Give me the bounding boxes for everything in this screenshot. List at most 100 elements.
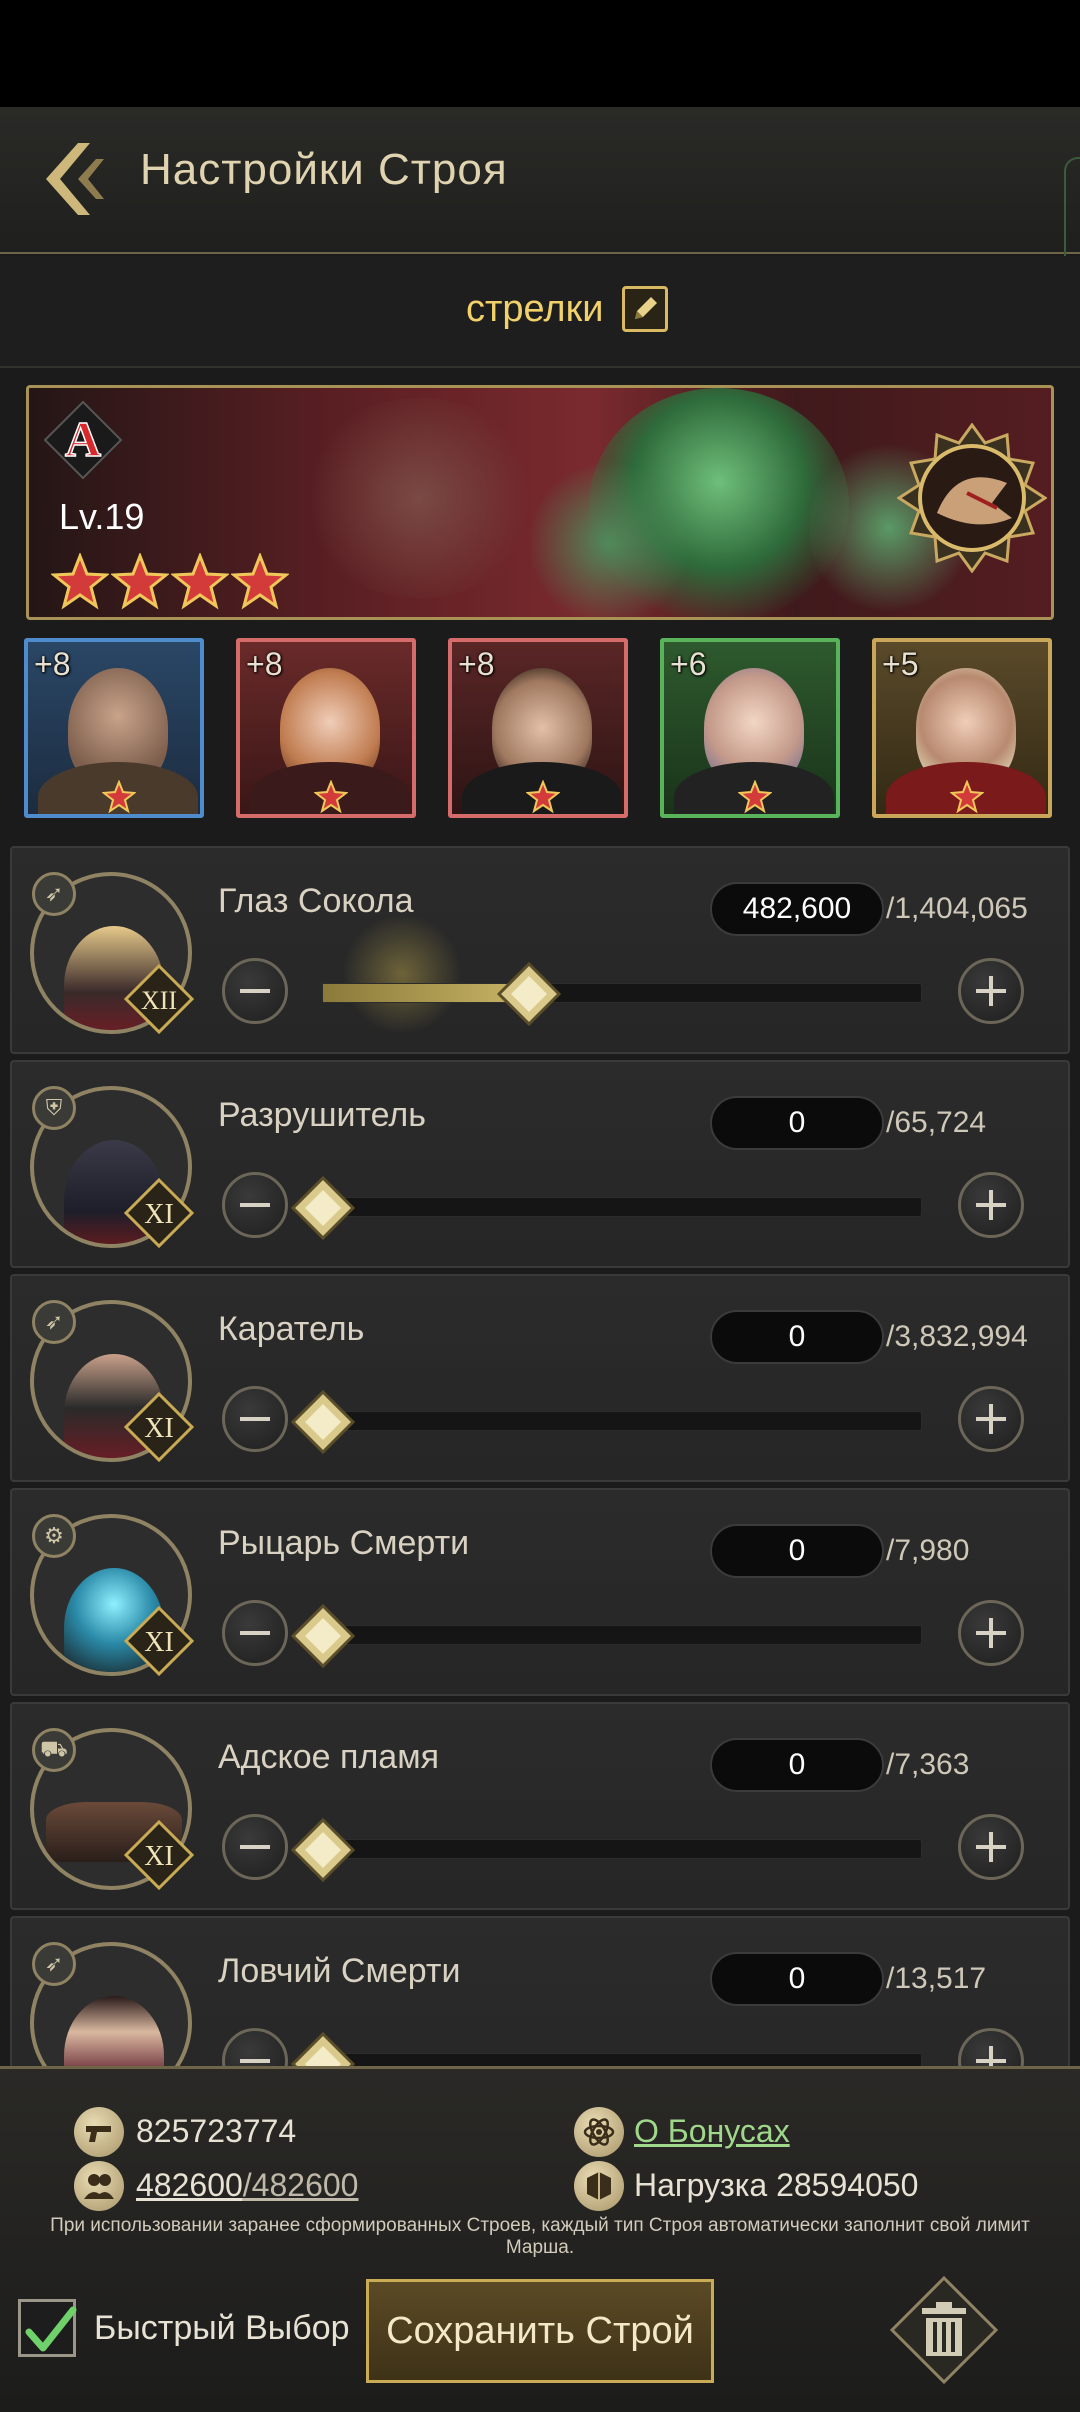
star-icon (950, 780, 984, 814)
troop-slider[interactable] (322, 962, 922, 1026)
troop-count-input[interactable]: 0 (710, 1738, 884, 1792)
hero-plus-level: +6 (670, 646, 707, 682)
minus-icon (240, 989, 270, 993)
decrease-button[interactable] (222, 1600, 288, 1666)
plus-icon (976, 1190, 1006, 1220)
slider-glow (342, 914, 462, 1034)
increase-button[interactable] (958, 1172, 1024, 1238)
status-bar (0, 0, 1080, 107)
save-squad-button[interactable]: Сохранить Строй (366, 2279, 714, 2383)
page-title: Настройки Строя (140, 145, 508, 194)
squad-name-row: стрелки (0, 256, 1080, 368)
star-icon (102, 780, 136, 814)
beast-head-2 (529, 458, 689, 617)
slider-thumb[interactable] (291, 1176, 355, 1240)
troop-max: /13,517 (886, 1962, 987, 1995)
troop-name: Адское пламя (218, 1738, 439, 1776)
troop-count-input[interactable]: 0 (710, 1952, 884, 2006)
slider-thumb[interactable] (496, 962, 561, 1026)
tier-badge: XI (124, 1606, 194, 1676)
hero-banner[interactable]: A Lv.19 (26, 385, 1054, 620)
troop-row: ➶ XII Глаз Сокола 482,600 /1,404,065 (10, 846, 1070, 1054)
troop-row: ➶ Ловчий Смерти 0 /13,517 (10, 1916, 1070, 2066)
decrease-button[interactable] (222, 1386, 288, 1452)
increase-button[interactable] (958, 958, 1024, 1024)
troop-slider[interactable] (291, 1818, 922, 1882)
increase-button[interactable] (958, 1386, 1024, 1452)
hero-card-4[interactable]: +6 (660, 638, 840, 818)
hero-card-2[interactable]: +8 (236, 638, 416, 818)
minus-icon (240, 2059, 270, 2063)
quick-select-checkbox[interactable] (18, 2299, 77, 2357)
troop-slider[interactable] (291, 2032, 922, 2066)
archer-type-icon: ➶ (32, 1300, 76, 1344)
hero-plus-level: +5 (882, 646, 919, 682)
troops-max: /482600 (242, 2167, 359, 2203)
hero-plus-level: +8 (458, 646, 495, 682)
troop-name: Глаз Сокола (218, 882, 414, 920)
star-icon (231, 553, 289, 610)
back-button[interactable] (38, 137, 108, 221)
increase-button[interactable] (958, 1600, 1024, 1666)
edit-name-button[interactable] (622, 286, 668, 332)
atom-icon (574, 2107, 624, 2157)
star-icon (51, 553, 109, 610)
troop-max: /3,832,994 (886, 1320, 1028, 1353)
svg-text:XI: XI (144, 1413, 174, 1444)
slider-thumb[interactable] (291, 1818, 355, 1882)
troop-slider[interactable] (291, 1176, 922, 1240)
slider-thumb[interactable] (291, 1604, 355, 1668)
rider-type-icon: ⚙ (32, 1514, 76, 1558)
troop-max: /7,363 (886, 1748, 970, 1781)
troop-slider[interactable] (291, 1604, 922, 1668)
slider-thumb[interactable] (291, 2032, 355, 2066)
hero-card-3[interactable]: +8 (448, 638, 628, 818)
decrease-button[interactable] (222, 1172, 288, 1238)
troop-name: Разрушитель (218, 1096, 426, 1134)
troops-current: 482600 (136, 2167, 243, 2203)
hero-plus-level: +8 (246, 646, 283, 682)
archer-type-icon: ➶ (32, 1942, 76, 1986)
minus-icon (240, 1203, 270, 1207)
rank-letter: A (65, 411, 101, 467)
vehicle-type-icon: ⛟ (32, 1728, 76, 1772)
troop-max: /65,724 (886, 1106, 987, 1139)
troop-row: ➶ XI Каратель 0 /3,832,994 (10, 1274, 1070, 1482)
star-icon (526, 780, 560, 814)
beast-silhouette (299, 398, 539, 598)
delete-button[interactable] (888, 2274, 1000, 2386)
tier-badge: XI (124, 1178, 194, 1248)
svg-text:XII: XII (141, 986, 177, 1015)
footer-panel: 825723774 О Бонусах 482600/482600 Нагруз… (0, 2066, 1080, 2412)
decrease-button[interactable] (222, 958, 288, 1024)
slider-thumb[interactable] (291, 1390, 355, 1454)
star-icon (314, 780, 348, 814)
troop-count-input[interactable]: 482,600 (710, 882, 884, 936)
troop-list[interactable]: ➶ XII Глаз Сокола 482,600 /1,404,065 ⛨ X… (10, 846, 1070, 2066)
troop-slider[interactable] (291, 1390, 922, 1454)
troop-name: Ловчий Смерти (218, 1952, 461, 1990)
hero-card-5[interactable]: +5 (872, 638, 1052, 818)
star-icon (171, 553, 229, 610)
troop-count-input[interactable]: 0 (710, 1310, 884, 1364)
troop-row: ⛟ XI Адское пламя 0 /7,363 (10, 1702, 1070, 1910)
troop-max: /7,980 (886, 1534, 970, 1567)
hero-lineup: +8 +8 +8 +6 +5 (24, 638, 1058, 818)
load-icon (574, 2161, 624, 2211)
increase-button[interactable] (958, 1814, 1024, 1880)
decrease-button[interactable] (222, 1814, 288, 1880)
troop-name: Рыцарь Смерти (218, 1524, 470, 1562)
rank-a-icon: A (43, 400, 123, 480)
troop-count-input[interactable]: 0 (710, 1096, 884, 1150)
star-icon (111, 553, 169, 610)
beast-emblem-icon[interactable] (897, 423, 1047, 573)
troop-count-input[interactable]: 0 (710, 1524, 884, 1578)
increase-button[interactable] (958, 2028, 1024, 2066)
bonuses-link[interactable]: О Бонусах (634, 2113, 790, 2150)
hero-card-1[interactable]: +8 (24, 638, 204, 818)
decrease-button[interactable] (222, 2028, 288, 2066)
squad-name: стрелки (466, 288, 604, 330)
star-icon (738, 780, 772, 814)
plus-icon (976, 2046, 1006, 2066)
gun-icon (74, 2107, 124, 2157)
